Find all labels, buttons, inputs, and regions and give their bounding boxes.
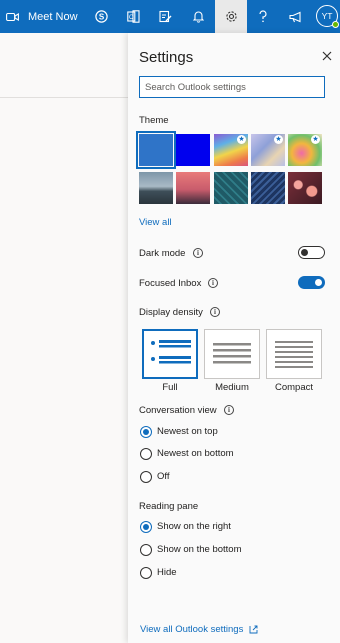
density-option-medium[interactable] (204, 329, 260, 379)
star-icon: ★ (274, 135, 283, 144)
bell-icon (192, 10, 204, 23)
radio-label: Hide (157, 567, 177, 578)
radio-show-on-bottom[interactable] (140, 544, 152, 556)
info-icon[interactable]: i (208, 278, 218, 288)
theme-swatch-mountain[interactable] (139, 172, 173, 204)
dark-mode-toggle[interactable] (298, 246, 325, 259)
density-option-compact[interactable] (266, 329, 322, 379)
full-density-icon (151, 340, 191, 364)
medium-density-icon (213, 343, 251, 364)
close-icon (322, 51, 332, 61)
megaphone-icon (289, 11, 303, 23)
presence-indicator (332, 21, 339, 28)
view-all-themes-link[interactable]: View all (139, 217, 172, 228)
mail-list-area (0, 33, 128, 643)
focused-inbox-label: Focused Inbox (139, 278, 202, 289)
settings-title: Settings (139, 49, 194, 66)
radio-label: Show on the right (157, 521, 231, 532)
top-bar: Meet Now S O YT (0, 0, 340, 33)
avatar-initials: YT (321, 11, 333, 21)
theme-swatch-palms[interactable] (176, 172, 210, 204)
help-button[interactable] (250, 0, 276, 33)
radio-newest-on-top[interactable] (140, 426, 152, 438)
dark-mode-label: Dark mode (139, 248, 186, 259)
meet-now-label: Meet Now (28, 10, 78, 23)
info-icon[interactable]: i (224, 405, 234, 415)
radio-off[interactable] (140, 471, 152, 483)
radio-label: Newest on bottom (157, 448, 234, 459)
svg-text:S: S (98, 12, 104, 21)
settings-button[interactable] (215, 0, 247, 33)
skype-icon: S (94, 10, 108, 23)
meet-now-button[interactable]: Meet Now (6, 0, 84, 33)
gear-icon (225, 10, 238, 23)
star-icon: ★ (237, 135, 246, 144)
conversation-view-heading: Conversation view (139, 405, 217, 416)
star-icon: ★ (311, 135, 320, 144)
view-all-settings-label: View all Outlook settings (140, 624, 244, 635)
my-day-button[interactable] (152, 0, 178, 33)
edit-note-icon (158, 10, 172, 23)
skype-button[interactable]: S (88, 0, 114, 33)
settings-panel: Settings Theme ★ ★ ★ View all Dark mode … (128, 33, 340, 643)
theme-swatch-bokeh[interactable] (288, 172, 322, 204)
video-icon (6, 12, 19, 22)
display-density-heading: Display density (139, 307, 203, 318)
office-icon: O (126, 10, 140, 23)
theme-swatch-pattern[interactable] (251, 172, 285, 204)
toggle-knob (301, 249, 308, 256)
compact-density-icon (275, 341, 313, 368)
info-icon[interactable]: i (210, 307, 220, 317)
divider (0, 97, 128, 98)
density-label-full: Full (162, 382, 178, 393)
theme-swatch-rainbow[interactable]: ★ (214, 134, 248, 166)
search-settings-input[interactable] (139, 76, 325, 98)
density-label-compact: Compact (274, 382, 313, 393)
theme-heading: Theme (139, 115, 169, 126)
radio-newest-on-bottom[interactable] (140, 448, 152, 460)
reading-pane-heading: Reading pane (139, 501, 199, 512)
help-icon (258, 10, 268, 23)
radio-label: Off (157, 471, 170, 482)
theme-swatch-abstract[interactable]: ★ (251, 134, 285, 166)
density-label-medium: Medium (215, 382, 249, 393)
focused-inbox-toggle[interactable] (298, 276, 325, 289)
svg-text:O: O (128, 15, 133, 21)
feedback-button[interactable] (283, 0, 309, 33)
theme-swatch-dark-blue[interactable] (176, 134, 210, 166)
theme-swatch-flowers[interactable]: ★ (288, 134, 322, 166)
radio-label: Show on the bottom (157, 544, 242, 555)
open-external-icon (249, 625, 258, 634)
radio-hide[interactable] (140, 567, 152, 579)
notifications-button[interactable] (185, 0, 211, 33)
radio-label: Newest on top (157, 426, 218, 437)
radio-show-on-right[interactable] (140, 521, 152, 533)
toggle-knob (315, 279, 322, 286)
view-all-settings-link[interactable]: View all Outlook settings (140, 624, 258, 635)
info-icon[interactable]: i (193, 248, 203, 258)
theme-swatch-circuit[interactable] (214, 172, 248, 204)
density-option-full[interactable] (142, 329, 198, 379)
theme-swatch-blue[interactable] (136, 131, 176, 169)
office-button[interactable]: O (120, 0, 146, 33)
close-button[interactable] (320, 49, 334, 63)
